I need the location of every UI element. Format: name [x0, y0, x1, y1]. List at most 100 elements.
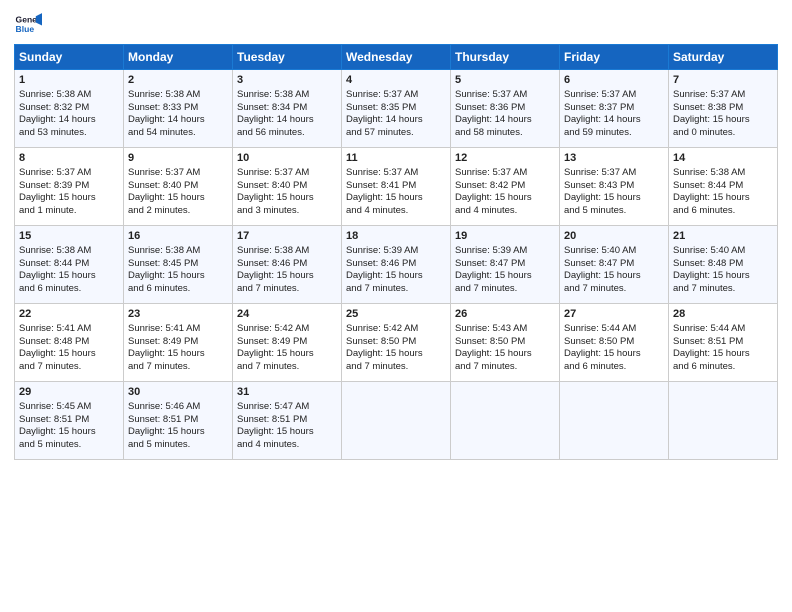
- day-info: Daylight: 15 hours: [237, 192, 337, 205]
- day-info: Sunset: 8:45 PM: [128, 258, 228, 271]
- day-info: Daylight: 15 hours: [346, 192, 446, 205]
- day-info: Daylight: 15 hours: [128, 348, 228, 361]
- day-info: Sunset: 8:47 PM: [564, 258, 664, 271]
- day-info: and 6 minutes.: [128, 283, 228, 296]
- day-number: 5: [455, 73, 555, 88]
- day-info: Sunrise: 5:45 AM: [19, 401, 119, 414]
- column-header-tuesday: Tuesday: [233, 45, 342, 70]
- svg-text:Blue: Blue: [16, 24, 35, 34]
- day-info: and 4 minutes.: [346, 205, 446, 218]
- day-number: 8: [19, 151, 119, 166]
- day-number: 29: [19, 385, 119, 400]
- table-row: 8Sunrise: 5:37 AMSunset: 8:39 PMDaylight…: [15, 148, 124, 226]
- day-info: Daylight: 15 hours: [673, 348, 773, 361]
- day-info: Sunrise: 5:37 AM: [455, 167, 555, 180]
- day-info: and 6 minutes.: [673, 205, 773, 218]
- day-info: Sunrise: 5:37 AM: [455, 89, 555, 102]
- day-info: Sunrise: 5:38 AM: [237, 245, 337, 258]
- column-header-saturday: Saturday: [669, 45, 778, 70]
- day-number: 17: [237, 229, 337, 244]
- day-info: Sunrise: 5:40 AM: [673, 245, 773, 258]
- table-row: 7Sunrise: 5:37 AMSunset: 8:38 PMDaylight…: [669, 70, 778, 148]
- day-number: 24: [237, 307, 337, 322]
- day-info: and 53 minutes.: [19, 127, 119, 140]
- day-number: 11: [346, 151, 446, 166]
- day-info: Daylight: 15 hours: [455, 192, 555, 205]
- day-number: 16: [128, 229, 228, 244]
- day-info: Daylight: 15 hours: [19, 426, 119, 439]
- day-info: Sunset: 8:34 PM: [237, 102, 337, 115]
- table-row: 31Sunrise: 5:47 AMSunset: 8:51 PMDayligh…: [233, 382, 342, 460]
- table-row: [342, 382, 451, 460]
- day-info: Sunrise: 5:37 AM: [346, 167, 446, 180]
- table-row: 21Sunrise: 5:40 AMSunset: 8:48 PMDayligh…: [669, 226, 778, 304]
- day-info: and 1 minute.: [19, 205, 119, 218]
- day-info: Daylight: 14 hours: [237, 114, 337, 127]
- table-row: 25Sunrise: 5:42 AMSunset: 8:50 PMDayligh…: [342, 304, 451, 382]
- column-header-monday: Monday: [124, 45, 233, 70]
- day-info: Sunrise: 5:46 AM: [128, 401, 228, 414]
- day-info: Sunrise: 5:37 AM: [564, 89, 664, 102]
- day-number: 6: [564, 73, 664, 88]
- table-row: 22Sunrise: 5:41 AMSunset: 8:48 PMDayligh…: [15, 304, 124, 382]
- day-info: and 54 minutes.: [128, 127, 228, 140]
- day-info: Daylight: 15 hours: [455, 270, 555, 283]
- day-info: and 7 minutes.: [237, 283, 337, 296]
- day-info: Sunset: 8:48 PM: [673, 258, 773, 271]
- table-row: 4Sunrise: 5:37 AMSunset: 8:35 PMDaylight…: [342, 70, 451, 148]
- day-number: 23: [128, 307, 228, 322]
- table-row: [451, 382, 560, 460]
- day-info: Sunset: 8:44 PM: [673, 180, 773, 193]
- day-info: Daylight: 14 hours: [455, 114, 555, 127]
- day-info: and 4 minutes.: [237, 439, 337, 452]
- day-number: 3: [237, 73, 337, 88]
- day-info: Daylight: 15 hours: [564, 270, 664, 283]
- day-info: Daylight: 15 hours: [346, 348, 446, 361]
- table-row: 27Sunrise: 5:44 AMSunset: 8:50 PMDayligh…: [560, 304, 669, 382]
- day-info: Sunrise: 5:37 AM: [19, 167, 119, 180]
- day-number: 12: [455, 151, 555, 166]
- table-row: 1Sunrise: 5:38 AMSunset: 8:32 PMDaylight…: [15, 70, 124, 148]
- day-number: 22: [19, 307, 119, 322]
- day-info: Daylight: 15 hours: [128, 192, 228, 205]
- day-number: 18: [346, 229, 446, 244]
- day-info: and 6 minutes.: [564, 361, 664, 374]
- day-info: and 2 minutes.: [128, 205, 228, 218]
- day-info: Daylight: 14 hours: [128, 114, 228, 127]
- day-info: Daylight: 15 hours: [673, 114, 773, 127]
- day-info: Sunrise: 5:39 AM: [455, 245, 555, 258]
- day-info: Sunset: 8:36 PM: [455, 102, 555, 115]
- day-info: Daylight: 14 hours: [346, 114, 446, 127]
- day-info: Sunset: 8:50 PM: [564, 336, 664, 349]
- day-info: Sunrise: 5:38 AM: [19, 245, 119, 258]
- day-info: and 7 minutes.: [237, 361, 337, 374]
- table-row: 3Sunrise: 5:38 AMSunset: 8:34 PMDaylight…: [233, 70, 342, 148]
- day-info: Daylight: 15 hours: [128, 270, 228, 283]
- day-info: Daylight: 15 hours: [346, 270, 446, 283]
- table-row: 29Sunrise: 5:45 AMSunset: 8:51 PMDayligh…: [15, 382, 124, 460]
- day-info: Sunset: 8:35 PM: [346, 102, 446, 115]
- day-info: Daylight: 15 hours: [19, 192, 119, 205]
- table-row: 23Sunrise: 5:41 AMSunset: 8:49 PMDayligh…: [124, 304, 233, 382]
- day-info: and 58 minutes.: [455, 127, 555, 140]
- table-row: 20Sunrise: 5:40 AMSunset: 8:47 PMDayligh…: [560, 226, 669, 304]
- column-header-thursday: Thursday: [451, 45, 560, 70]
- day-info: Sunset: 8:50 PM: [346, 336, 446, 349]
- day-info: Sunrise: 5:44 AM: [673, 323, 773, 336]
- day-info: Sunset: 8:51 PM: [19, 414, 119, 427]
- day-info: Sunrise: 5:42 AM: [237, 323, 337, 336]
- day-info: Sunrise: 5:38 AM: [237, 89, 337, 102]
- day-number: 31: [237, 385, 337, 400]
- day-info: Sunset: 8:44 PM: [19, 258, 119, 271]
- day-info: Sunrise: 5:37 AM: [346, 89, 446, 102]
- day-number: 21: [673, 229, 773, 244]
- day-info: Daylight: 15 hours: [19, 270, 119, 283]
- day-number: 20: [564, 229, 664, 244]
- column-header-sunday: Sunday: [15, 45, 124, 70]
- day-info: Sunrise: 5:37 AM: [128, 167, 228, 180]
- day-info: and 7 minutes.: [128, 361, 228, 374]
- day-info: Daylight: 15 hours: [564, 348, 664, 361]
- day-number: 10: [237, 151, 337, 166]
- day-info: Daylight: 14 hours: [19, 114, 119, 127]
- day-info: and 5 minutes.: [19, 439, 119, 452]
